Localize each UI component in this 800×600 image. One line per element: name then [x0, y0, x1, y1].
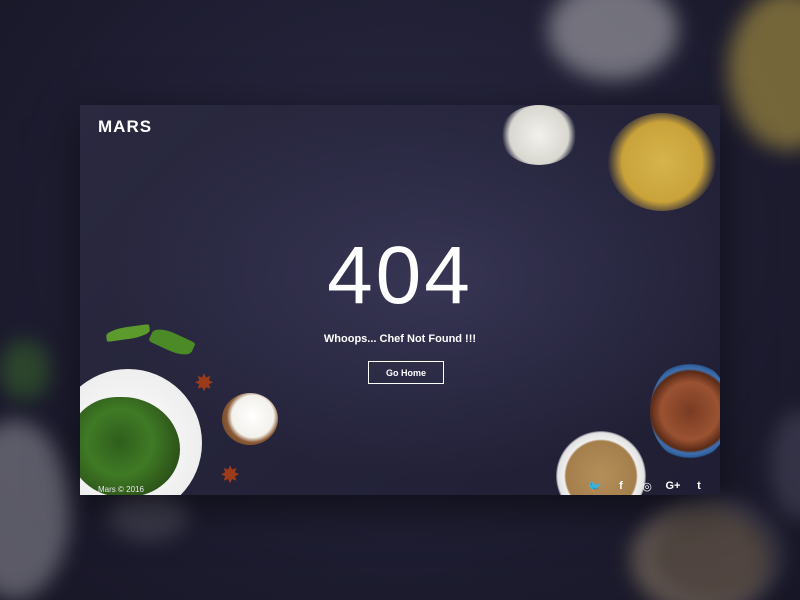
copyright-text: Mars © 2016 — [98, 485, 144, 494]
rice-pile-image — [500, 105, 578, 165]
google-plus-icon[interactable]: G+ — [660, 480, 686, 493]
blurred-bowl-rim — [640, 500, 780, 600]
blurred-leaf — [0, 340, 50, 400]
go-home-button[interactable]: Go Home — [368, 361, 444, 384]
blurred-bowl — [728, 0, 800, 150]
facebook-icon[interactable]: f — [608, 480, 634, 493]
instagram-icon[interactable]: ◎ — [634, 480, 660, 493]
spice-bowl-image — [650, 361, 720, 461]
blurred-coconut — [108, 490, 188, 540]
error-page-card: ✸ ✸ MARS 404 Whoops... Chef Not Found !!… — [80, 105, 720, 495]
star-anise-image: ✸ — [194, 370, 215, 397]
blurred-bowl — [548, 0, 678, 80]
millet-pile-image — [608, 113, 716, 211]
blurred-bowl — [770, 410, 800, 520]
coconut-image — [222, 393, 278, 445]
error-message: Whoops... Chef Not Found !!! — [323, 333, 477, 345]
twitter-icon[interactable]: 🐦 — [582, 480, 608, 493]
brand-logo[interactable]: MARS — [98, 117, 152, 137]
tumblr-icon[interactable]: t — [686, 480, 712, 493]
blurred-plate — [0, 420, 70, 600]
social-links: 🐦 f ◎ G+ t — [582, 480, 712, 493]
star-anise-image: ✸ — [220, 462, 241, 489]
error-code: 404 — [327, 230, 473, 321]
